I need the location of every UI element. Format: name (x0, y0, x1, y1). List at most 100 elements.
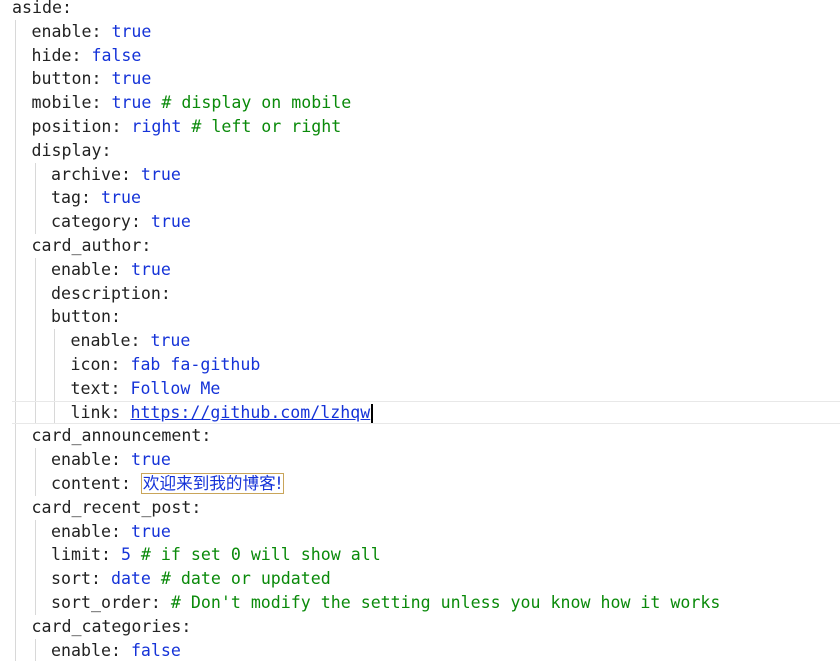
code-line[interactable]: icon: fab fa-github (12, 353, 840, 377)
yaml-separator: : (101, 140, 112, 160)
yaml-value: 5 (120, 545, 131, 565)
yaml-value: true (111, 93, 152, 113)
code-line[interactable]: description: (12, 282, 840, 306)
yaml-separator: : (130, 212, 151, 232)
yaml-separator: : (120, 164, 141, 184)
code-line[interactable]: category: true (12, 210, 840, 234)
yaml-separator: : (141, 236, 152, 255)
yaml-value: true (140, 164, 181, 184)
yaml-key: card_author (31, 236, 142, 255)
yaml-key: display (31, 140, 102, 160)
yaml-value: false (130, 640, 181, 660)
yaml-separator: : (110, 640, 131, 660)
yaml-key: category (51, 212, 131, 232)
yaml-value: Follow Me (130, 378, 221, 398)
code-line[interactable]: enable: true (12, 520, 840, 544)
yaml-separator: : (71, 45, 92, 65)
code-line[interactable]: mobile: true # display on mobile (12, 91, 840, 115)
yaml-separator: : (201, 426, 212, 446)
yaml-separator: : (91, 69, 112, 89)
yaml-key: enable (51, 450, 111, 470)
yaml-key: aside (12, 0, 62, 17)
yaml-key: hide (31, 45, 72, 65)
yaml-separator: : (91, 21, 112, 41)
code-editor[interactable]: aside: enable: true hide: false button: tru… (0, 0, 840, 661)
yaml-value: true (130, 259, 171, 279)
yaml-separator: : (91, 93, 112, 113)
code-line[interactable]: link: https://github.com/lzhqw (12, 400, 840, 425)
code-line[interactable]: enable: false (12, 639, 840, 661)
code-line[interactable]: button: (12, 305, 840, 329)
code-line[interactable]: card_categories: (12, 615, 840, 639)
yaml-key: card_categories (31, 616, 182, 636)
url-link[interactable]: https://github.com/lzhqw (130, 403, 370, 422)
yaml-key: text (70, 378, 111, 398)
yaml-separator: : (90, 569, 111, 589)
code-line[interactable]: hide: false (12, 44, 840, 68)
code-line[interactable]: text: Follow Me (12, 377, 840, 401)
yaml-key: enable (51, 521, 111, 541)
yaml-key: mobile (31, 93, 92, 113)
yaml-key: tag (51, 188, 81, 208)
yaml-separator: : (80, 188, 101, 208)
yaml-separator: : (100, 545, 121, 565)
yaml-separator: : (110, 521, 131, 541)
yaml-value: true (111, 69, 152, 89)
yaml-value: right (131, 117, 182, 136)
yaml-value: true (130, 450, 171, 470)
code-line[interactable]: aside: (12, 0, 840, 20)
yaml-key: link (70, 402, 111, 422)
code-line[interactable]: archive: true (12, 163, 840, 187)
code-line[interactable]: tag: true (12, 186, 840, 210)
code-line[interactable]: enable: true (12, 20, 840, 44)
yaml-key: position (31, 117, 112, 136)
code-line[interactable]: enable: true (12, 448, 840, 472)
yaml-value: true (130, 521, 171, 541)
yaml-key: button (51, 307, 111, 327)
code-line[interactable]: card_announcement: (12, 424, 840, 448)
code-line[interactable]: position: right # left or right (12, 115, 840, 139)
yaml-separator: : (130, 331, 151, 351)
code-line[interactable]: card_author: (12, 234, 840, 258)
yaml-value: true (150, 331, 191, 351)
yaml-key: content (51, 474, 121, 493)
yaml-comment: # Don't modify the setting unless you kn… (170, 593, 721, 612)
code-line[interactable]: button: true (12, 67, 840, 91)
yaml-separator: : (150, 593, 171, 612)
yaml-key: enable (51, 259, 111, 279)
yaml-comment: # display on mobile (151, 93, 352, 113)
yaml-value: true (100, 188, 141, 208)
code-line[interactable]: card_recent_post: (12, 496, 840, 520)
yaml-key: card_announcement (31, 426, 202, 446)
code-line[interactable]: content: 欢迎来到我的博客! (12, 472, 840, 496)
yaml-separator: : (191, 497, 202, 517)
yaml-separator: : (110, 307, 121, 327)
yaml-key: enable (31, 21, 92, 41)
yaml-value: false (91, 45, 142, 65)
code-line[interactable]: sort_order: # Don't modify the setting u… (12, 591, 840, 615)
yaml-value: true (150, 212, 191, 232)
yaml-value: true (111, 21, 152, 41)
yaml-key: description (51, 283, 161, 303)
yaml-key: sort (51, 569, 91, 589)
yaml-value-highlighted: 欢迎来到我的博客! (140, 473, 285, 494)
code-line[interactable]: display: (12, 139, 840, 163)
code-line[interactable]: enable: true (12, 258, 840, 282)
yaml-key: sort_order (51, 593, 151, 612)
yaml-value: fab fa-github (130, 355, 261, 374)
code-line[interactable]: sort: date # date or updated (12, 567, 840, 591)
yaml-key: archive (51, 164, 121, 184)
code-line[interactable]: enable: true (12, 329, 840, 353)
yaml-comment: # if set 0 will show all (130, 545, 381, 565)
yaml-separator: : (110, 450, 131, 470)
yaml-value: date (110, 569, 151, 589)
yaml-key: card_recent_post (31, 497, 192, 517)
text-cursor (371, 403, 374, 423)
yaml-comment: # left or right (181, 117, 342, 136)
yaml-separator: : (110, 378, 131, 398)
yaml-key: button (31, 69, 92, 89)
yaml-comment: # date or updated (150, 569, 331, 589)
code-line[interactable]: limit: 5 # if set 0 will show all (12, 543, 840, 567)
yaml-separator: : (110, 259, 131, 279)
yaml-separator: : (160, 283, 171, 303)
